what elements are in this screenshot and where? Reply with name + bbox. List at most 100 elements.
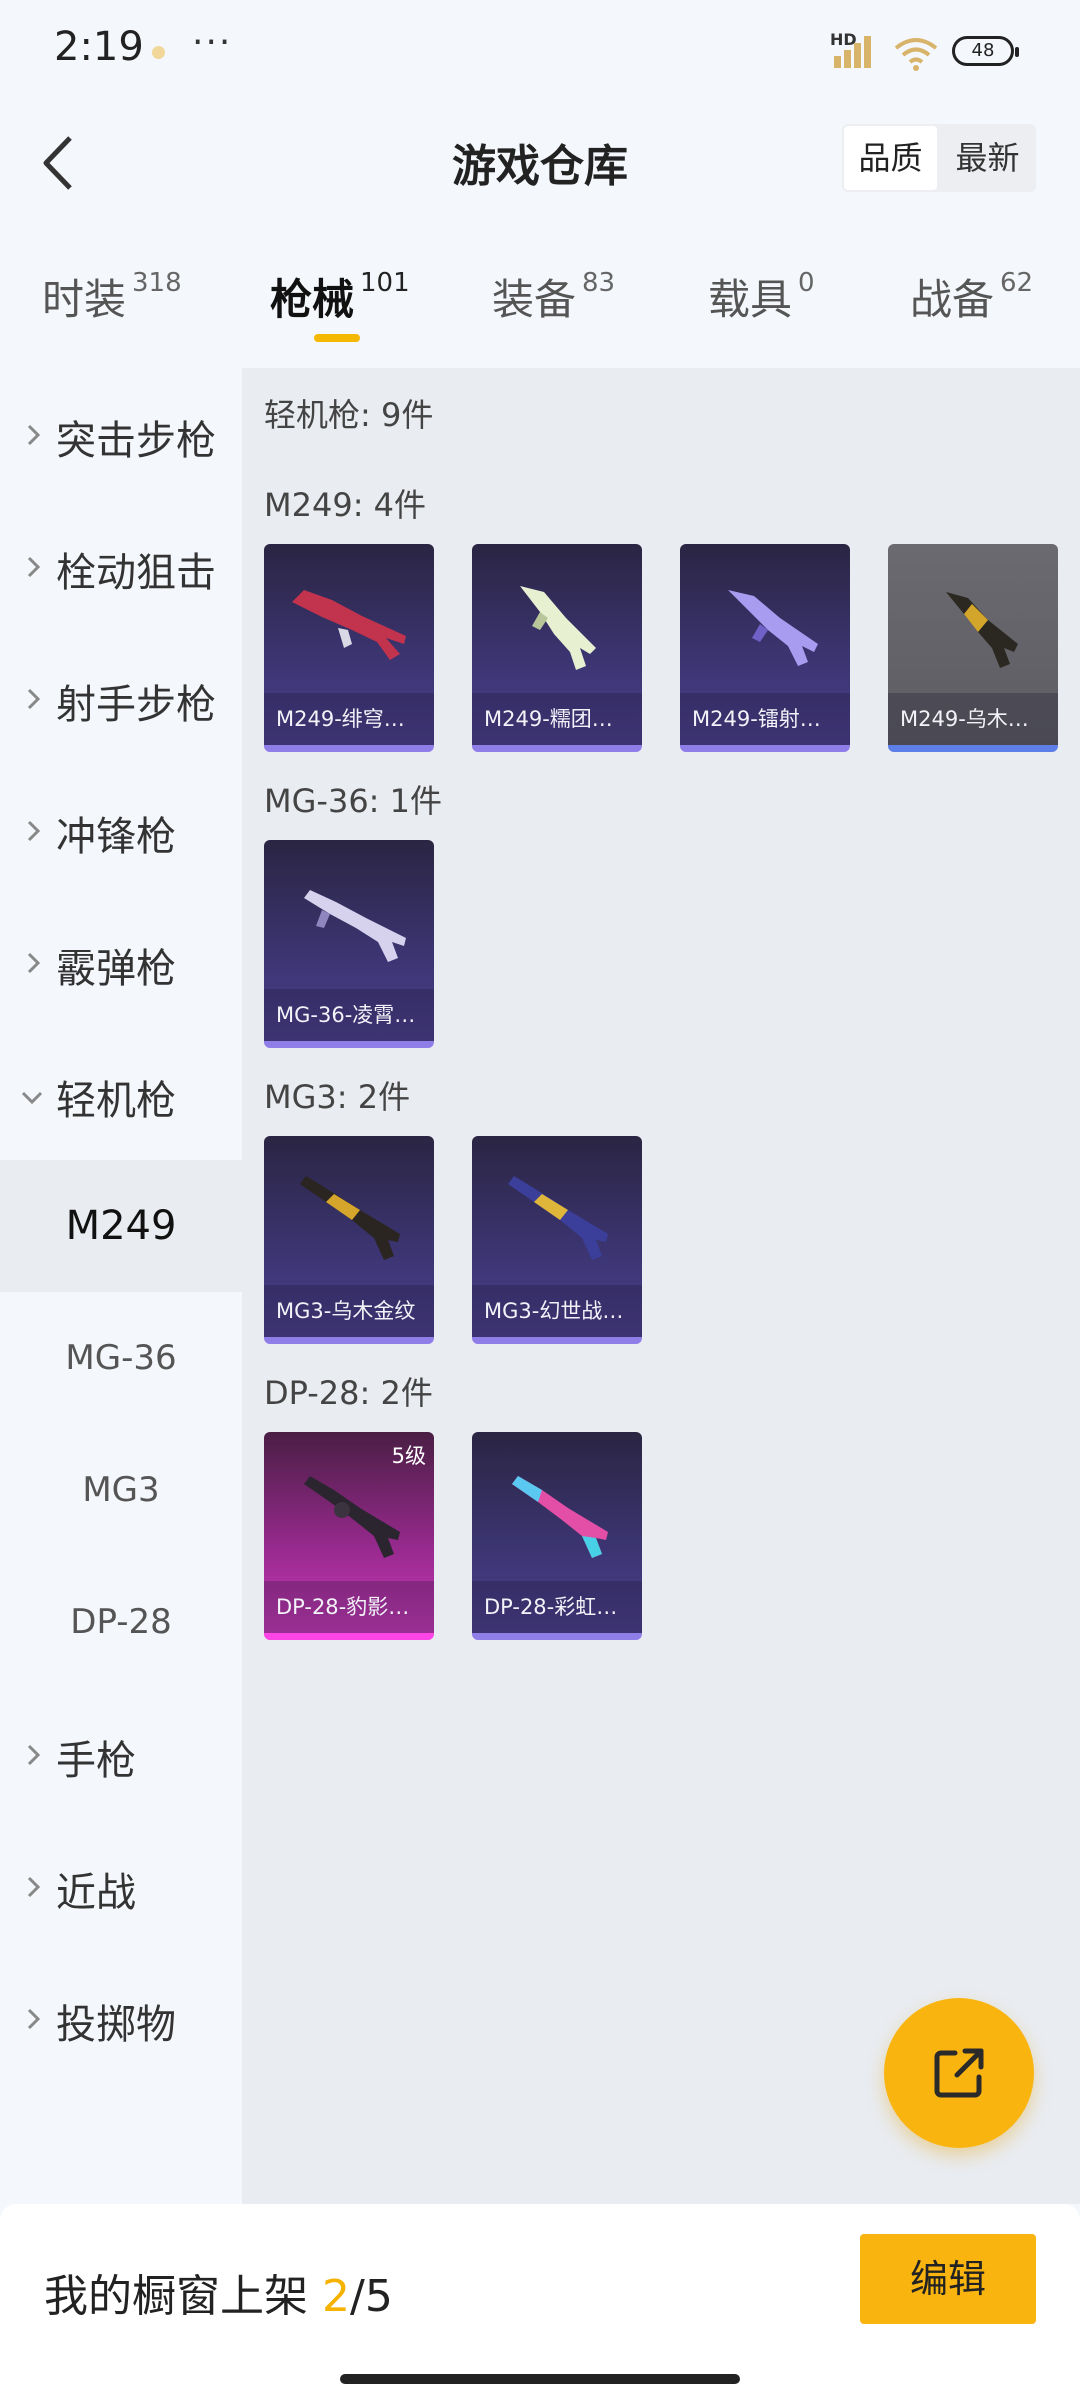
edit-button[interactable]: 编辑 — [860, 2234, 1036, 2324]
rifle-icon — [304, 1476, 400, 1558]
sidebar-item-label: 手枪 — [56, 1738, 136, 1784]
rifle-icon — [508, 1176, 608, 1260]
header: 游戏仓库 品质 最新 — [0, 104, 1080, 216]
rifle-icon — [292, 590, 406, 660]
sidebar-item-label: 栓动狙击 — [56, 550, 216, 596]
sidebar-item-throwable[interactable]: 投掷物 — [0, 1952, 242, 2084]
chevron-right-icon — [27, 688, 41, 710]
rifle-icon — [512, 1476, 608, 1558]
active-tab-indicator — [314, 334, 360, 342]
bottom-bar: 我的橱窗上架 2/5 编辑 — [0, 2204, 1080, 2400]
category-total: 轻机枪: 9件 — [264, 396, 434, 434]
skin-card[interactable]: M249-镭射… — [680, 544, 850, 752]
rifle-icon — [300, 1176, 400, 1260]
skin-name: MG3-幻世战… — [472, 1285, 642, 1337]
skin-name: M249-绯穹… — [264, 693, 434, 745]
sort-quality-button[interactable]: 品质 — [844, 126, 937, 190]
chevron-right-icon — [27, 556, 41, 578]
sidebar-item-label: 近战 — [56, 1870, 136, 1916]
sidebar-subitem-m249[interactable]: M249 — [0, 1160, 242, 1292]
rifle-icon — [728, 590, 818, 666]
sidebar-subitem-mg3[interactable]: MG3 — [0, 1424, 242, 1556]
sidebar-item-melee[interactable]: 近战 — [0, 1820, 242, 1952]
skin-name: M249-镭射… — [680, 693, 850, 745]
skin-name: M249-糯团… — [472, 693, 642, 745]
tab-count: 0 — [798, 268, 815, 298]
sort-toggle: 品质 最新 — [842, 124, 1036, 192]
showcase-label: 我的橱窗上架 — [44, 2271, 308, 2322]
tab-firearms[interactable]: 枪械 101 — [270, 266, 410, 327]
tab-label: 时装 — [42, 275, 127, 324]
skin-name: DP-28-彩虹… — [472, 1581, 642, 1633]
section-title: DP-28: 2件 — [264, 1374, 433, 1412]
skin-card[interactable]: MG-36-凌霄… — [264, 840, 434, 1048]
skin-name: MG3-乌木金纹 — [264, 1285, 434, 1337]
chevron-right-icon — [27, 1744, 41, 1766]
tab-label: 载具 — [708, 275, 793, 324]
tab-equipment[interactable]: 装备 83 — [492, 266, 615, 327]
skin-card[interactable]: M249-绯穹… — [264, 544, 434, 752]
share-fab-button[interactable] — [884, 1998, 1034, 2148]
category-tabs: 时装 318 枪械 101 装备 83 载具 0 战备 62 — [0, 250, 1080, 360]
sidebar-item-marksman-rifle[interactable]: 射手步枪 — [0, 632, 242, 764]
sidebar-item-smg[interactable]: 冲锋枪 — [0, 764, 242, 896]
skin-card[interactable]: 5级 DP-28-豹影… — [264, 1432, 434, 1640]
level-badge: 5级 — [391, 1444, 426, 1468]
skin-name: MG-36-凌霄… — [264, 989, 434, 1041]
wifi-icon — [894, 38, 938, 71]
sidebar-item-pistol[interactable]: 手枪 — [0, 1688, 242, 1820]
rifle-icon — [946, 592, 1018, 668]
rifle-icon — [520, 586, 596, 670]
battery-icon: 48 — [952, 36, 1019, 66]
skin-card[interactable]: MG3-乌木金纹 — [264, 1136, 434, 1344]
tab-count: 101 — [360, 268, 410, 298]
sidebar-item-shotgun[interactable]: 霰弹枪 — [0, 896, 242, 1028]
section-title: MG3: 2件 — [264, 1078, 411, 1116]
tab-count: 62 — [1000, 268, 1034, 298]
share-external-icon — [934, 2048, 984, 2098]
chevron-right-icon — [27, 820, 41, 842]
tab-label: 装备 — [492, 275, 577, 324]
notification-dot-icon — [152, 46, 165, 59]
showcase-current-count: 2 — [322, 2271, 350, 2322]
sort-newest-button[interactable]: 最新 — [941, 126, 1034, 190]
sidebar-item-label: 投掷物 — [56, 2002, 176, 2048]
section-title: MG-36: 1件 — [264, 782, 442, 820]
signal-icon — [834, 36, 871, 68]
sidebar-item-assault-rifle[interactable]: 突击步枪 — [0, 368, 242, 500]
skin-name: M249-乌木… — [888, 693, 1058, 745]
showcase-status: 我的橱窗上架 2/5 — [44, 2260, 393, 2324]
status-more-icon: ··· — [192, 22, 233, 63]
tab-fashion[interactable]: 时装 318 — [42, 266, 182, 327]
skin-card[interactable]: M249-乌木… — [888, 544, 1058, 752]
sidebar-item-bolt-sniper[interactable]: 栓动狙击 — [0, 500, 242, 632]
tab-vehicles[interactable]: 载具 0 — [708, 266, 815, 327]
skin-name: DP-28-豹影… — [264, 1581, 434, 1633]
sidebar-item-lmg[interactable]: 轻机枪 — [0, 1028, 242, 1160]
sidebar-item-label: 射手步枪 — [56, 682, 216, 728]
rifle-icon — [304, 890, 406, 962]
skin-card[interactable]: DP-28-彩虹… — [472, 1432, 642, 1640]
sidebar-item-label: 突击步枪 — [56, 418, 216, 464]
tab-supplies[interactable]: 战备 62 — [910, 266, 1033, 327]
tab-label: 战备 — [910, 275, 995, 324]
home-indicator[interactable] — [340, 2374, 740, 2384]
inventory-content: 轻机枪: 9件 M249: 4件 M249-绯穹… M249-糯团… M249-… — [242, 368, 1080, 2204]
skin-card[interactable]: M249-糯团… — [472, 544, 642, 752]
sidebar-item-label: 霰弹枪 — [56, 946, 176, 992]
tab-count: 318 — [132, 268, 182, 298]
tab-count: 83 — [582, 268, 616, 298]
chevron-right-icon — [27, 1876, 41, 1898]
weapon-type-sidebar: 突击步枪 栓动狙击 射手步枪 冲锋枪 霰弹枪 轻机枪 M249 MG-36 MG… — [0, 368, 242, 2204]
chevron-down-icon — [21, 1091, 43, 1105]
showcase-total-count: /5 — [350, 2271, 393, 2322]
sidebar-subitem-dp28[interactable]: DP-28 — [0, 1556, 242, 1688]
skin-card[interactable]: MG3-幻世战… — [472, 1136, 642, 1344]
chevron-right-icon — [27, 952, 41, 974]
chevron-right-icon — [27, 2008, 41, 2030]
tab-label: 枪械 — [270, 275, 355, 324]
sidebar-subitem-mg36[interactable]: MG-36 — [0, 1292, 242, 1424]
section-title: M249: 4件 — [264, 486, 427, 524]
sidebar-item-label: 冲锋枪 — [56, 814, 176, 860]
status-bar: 2:19 ··· HD 48 — [0, 0, 1080, 104]
